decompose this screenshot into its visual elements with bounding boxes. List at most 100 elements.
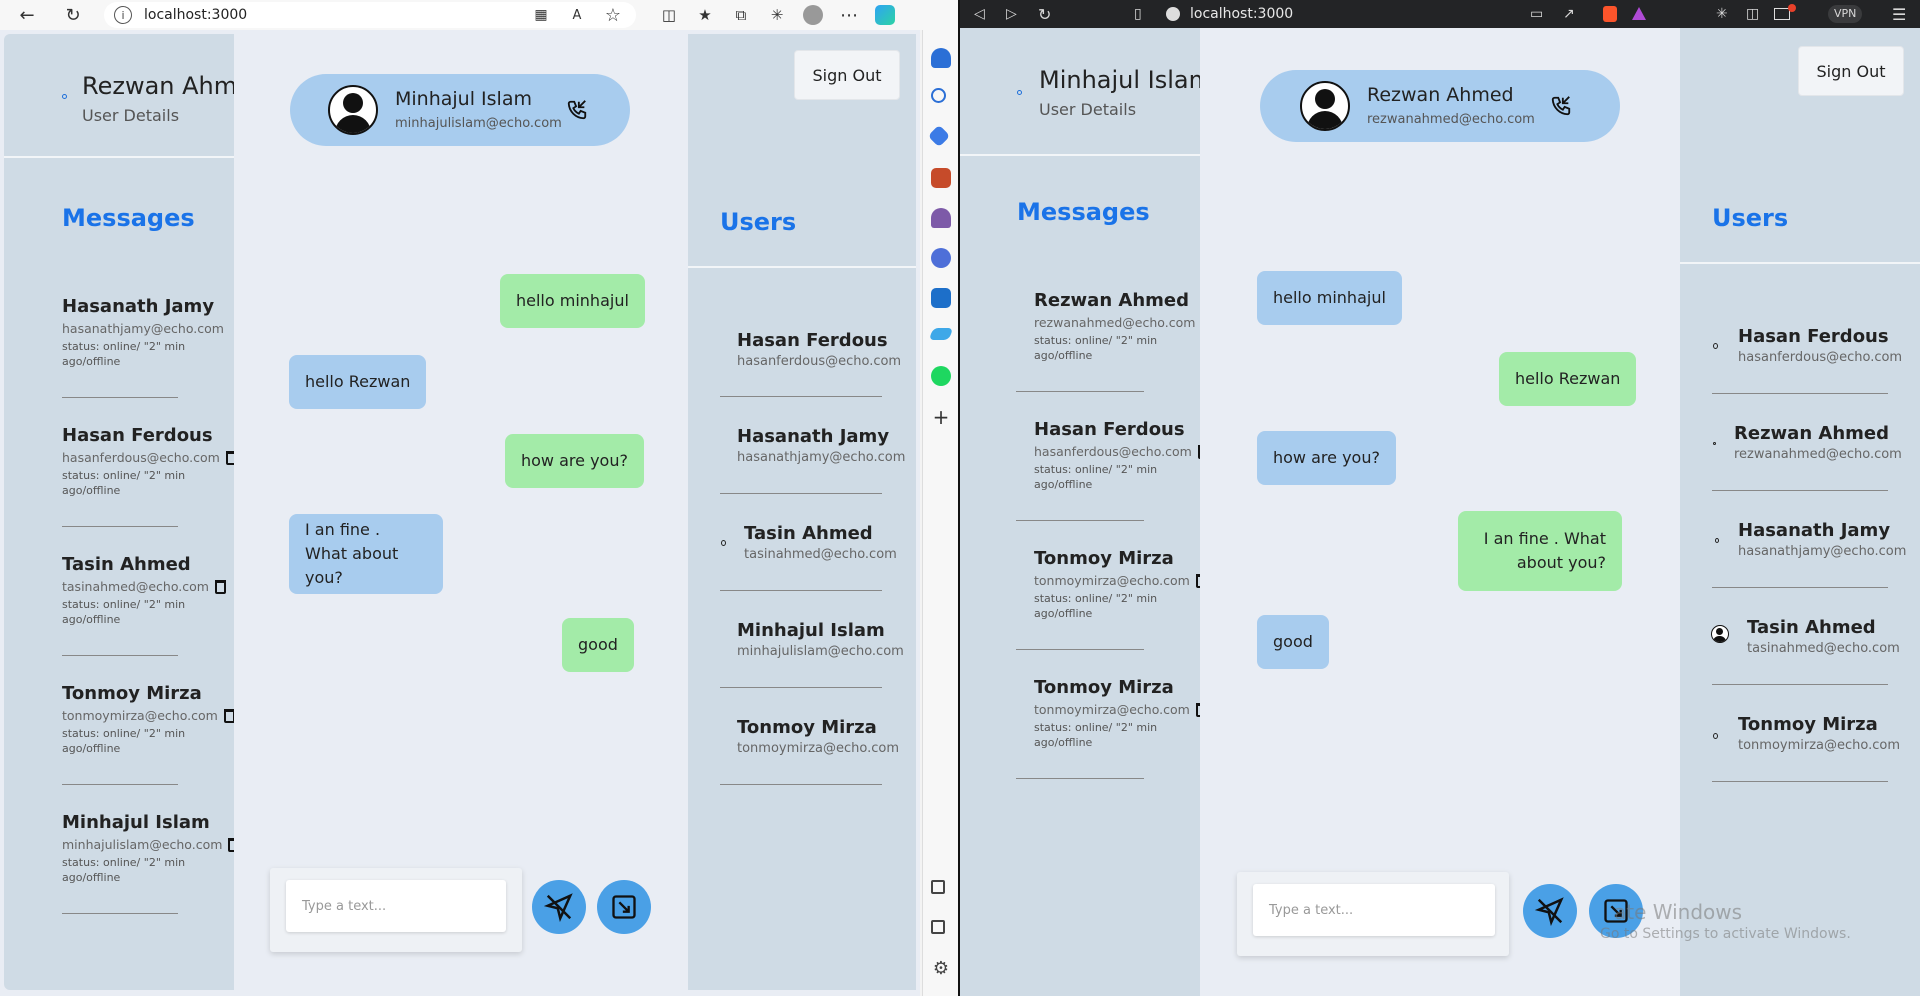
user-list-item[interactable]: Hasanath Jamy hasanathjamy@echo.com <box>1738 520 1906 559</box>
sign-out-button[interactable]: Sign Out <box>794 50 900 100</box>
message-contact-status: status: online/ "2" min ago/offline <box>62 727 186 755</box>
chat-app-right: Minhajul Islam User Details Messages Rez… <box>960 28 1920 996</box>
message-contact-name: Tasin Ahmed <box>62 554 191 575</box>
user-list-item[interactable]: Minhajul Islam minhajulislam@echo.com <box>737 620 904 659</box>
message-list-item[interactable]: Minhajul Islam minhajulislam@echo.com st… <box>62 812 234 914</box>
user-email: tasinahmed@echo.com <box>744 547 897 562</box>
trash-icon[interactable] <box>223 708 234 723</box>
message-contact-email: rezwanahmed@echo.com <box>1034 315 1196 330</box>
site-info-icon[interactable] <box>1166 7 1180 21</box>
external-link-icon[interactable] <box>931 920 945 934</box>
user-list-item[interactable]: Hasan Ferdous hasanferdous@echo.com <box>1738 326 1902 365</box>
brave-rewards-icon[interactable] <box>1632 7 1646 20</box>
message-contact-name: Hasan Ferdous <box>1034 419 1185 440</box>
tag-icon[interactable] <box>927 124 951 148</box>
back-icon[interactable]: ← <box>14 2 40 28</box>
message-list-item[interactable]: Hasan Ferdous hasanferdous@echo.com stat… <box>1016 419 1200 521</box>
user-list-item[interactable]: Tonmoy Mirza tonmoymirza@echo.com <box>1738 714 1900 753</box>
divider <box>62 913 178 914</box>
avatar-icon <box>328 85 378 135</box>
trash-icon[interactable] <box>214 579 226 594</box>
reload-icon[interactable]: ↻ <box>1038 5 1051 24</box>
phone-icon[interactable] <box>1550 95 1572 117</box>
message-list-item[interactable]: Tasin Ahmed tasinahmed@echo.com status: … <box>62 554 234 656</box>
profile-icon[interactable] <box>800 2 826 28</box>
bell-icon[interactable] <box>931 48 951 68</box>
address-bar[interactable]: localhost:3000 <box>1166 0 1293 28</box>
sidebar-toggle-icon[interactable] <box>931 880 945 894</box>
message-list-item[interactable]: Tonmoy Mirza tonmoymirza@echo.com status… <box>1016 677 1200 779</box>
info-icon[interactable]: i <box>114 6 132 24</box>
trash-icon[interactable] <box>1195 573 1200 588</box>
search-icon[interactable] <box>931 88 946 103</box>
extensions-icon[interactable]: ✳ <box>1716 6 1728 22</box>
more-icon[interactable]: ⋯ <box>836 2 862 28</box>
user-name: Hasanath Jamy <box>1738 520 1891 541</box>
outlook-icon[interactable] <box>931 288 951 308</box>
send-tool-icon[interactable] <box>928 328 954 340</box>
toolbar-right-icons: ◫ ★ ⧉ ✳ ⋯ <box>656 0 898 30</box>
send-button[interactable] <box>532 880 586 934</box>
favorites-icon[interactable]: ★ <box>692 2 718 28</box>
message-contact-status: status: online/ "2" min ago/offline <box>62 598 186 626</box>
chess-icon[interactable] <box>931 208 951 228</box>
brave-shield-icon[interactable] <box>1603 6 1617 22</box>
add-icon[interactable]: + <box>931 407 951 428</box>
trash-icon[interactable] <box>228 837 234 852</box>
back-icon[interactable]: ◁ <box>974 6 985 22</box>
user-email: rezwanahmed@echo.com <box>1734 447 1902 462</box>
message-contact-status: status: online/ "2" min ago/offline <box>62 340 186 368</box>
extensions-icon[interactable]: ✳ <box>764 2 790 28</box>
phone-icon[interactable] <box>566 99 588 121</box>
browser-window-right: ◁ ▷ ↻ ▯ localhost:3000 ▭ ↗ ✳ ◫ VPN ☰ Min… <box>960 0 1920 996</box>
share-icon[interactable]: ↗ <box>1563 6 1575 22</box>
user-list-item[interactable]: Rezwan Ahmed rezwanahmed@echo.com <box>1734 423 1902 462</box>
copilot-icon[interactable] <box>872 2 898 28</box>
send-button[interactable] <box>1523 884 1577 938</box>
message-list-item[interactable]: Hasan Ferdous hasanferdous@echo.com stat… <box>62 425 234 527</box>
copilot-m365-icon[interactable] <box>931 248 951 268</box>
collections-icon[interactable]: ⧉ <box>728 2 754 28</box>
messages-title: Messages <box>1017 198 1150 226</box>
message-list-item[interactable]: Tonmoy Mirza tonmoymirza@echo.com status… <box>1016 548 1200 650</box>
browser-window-left: ← ↻ i localhost:3000 ▦ A ☆ ◫ ★ ⧉ ✳ ⋯ Rez… <box>0 0 958 996</box>
message-input[interactable]: Type a text... <box>286 880 506 932</box>
trash-icon[interactable] <box>1195 702 1200 717</box>
message-contact-status: status: online/ "2" min ago/offline <box>62 469 186 497</box>
sign-out-button[interactable]: Sign Out <box>1798 46 1904 96</box>
menu-icon[interactable]: ☰ <box>1892 5 1906 24</box>
bookmark-icon[interactable]: ▯ <box>1134 6 1142 22</box>
message-list-item[interactable]: Hasanath Jamy hasanathjamy@echo.com stat… <box>62 296 234 398</box>
user-list-item[interactable]: Tasin Ahmed tasinahmed@echo.com <box>1747 617 1900 656</box>
trash-icon[interactable] <box>225 450 234 465</box>
spotify-icon[interactable] <box>931 366 951 386</box>
split-screen-icon[interactable]: ◫ <box>656 2 682 28</box>
send-icon <box>1535 897 1564 926</box>
forward-icon[interactable]: ▷ <box>1006 6 1017 22</box>
message-contact-status: status: online/ "2" min ago/offline <box>62 856 186 884</box>
sidebar-icon[interactable]: ◫ <box>1746 6 1759 22</box>
briefcase-icon[interactable] <box>931 168 951 188</box>
reload-icon[interactable]: ↻ <box>60 2 86 28</box>
message-list-item[interactable]: Tonmoy Mirza tonmoymirza@echo.com status… <box>62 683 234 785</box>
message-input[interactable]: Type a text... <box>1253 884 1495 936</box>
chat-contact-name: Rezwan Ahmed <box>1367 84 1514 106</box>
user-status-icon <box>1713 442 1716 445</box>
user-list-item[interactable]: Tonmoy Mirza tonmoymirza@echo.com <box>737 717 899 756</box>
chat-bubble-sent: hello Rezwan <box>1499 352 1637 406</box>
attach-button[interactable] <box>597 880 651 934</box>
screenshot-icon[interactable]: ▭ <box>1530 6 1543 22</box>
user-list-item[interactable]: Tasin Ahmed tasinahmed@echo.com <box>744 523 897 562</box>
user-list-item[interactable]: Hasan Ferdous hasanferdous@echo.com <box>737 330 901 369</box>
user-name: Hasan Ferdous <box>1738 326 1889 347</box>
gear-icon[interactable]: ⚙ <box>931 960 951 980</box>
user-name: Hasanath Jamy <box>737 426 890 447</box>
divider <box>62 397 178 398</box>
apps-icon[interactable]: ▦ <box>528 2 554 28</box>
trash-icon[interactable] <box>1197 444 1200 459</box>
favorite-icon[interactable]: ☆ <box>600 2 626 28</box>
message-list-item[interactable]: Rezwan Ahmed rezwanahmed@echo.com status… <box>1016 290 1200 392</box>
read-aloud-icon[interactable]: A <box>564 2 590 28</box>
user-list-item[interactable]: Hasanath Jamy hasanathjamy@echo.com <box>737 426 905 465</box>
vpn-button[interactable]: VPN <box>1828 5 1863 23</box>
